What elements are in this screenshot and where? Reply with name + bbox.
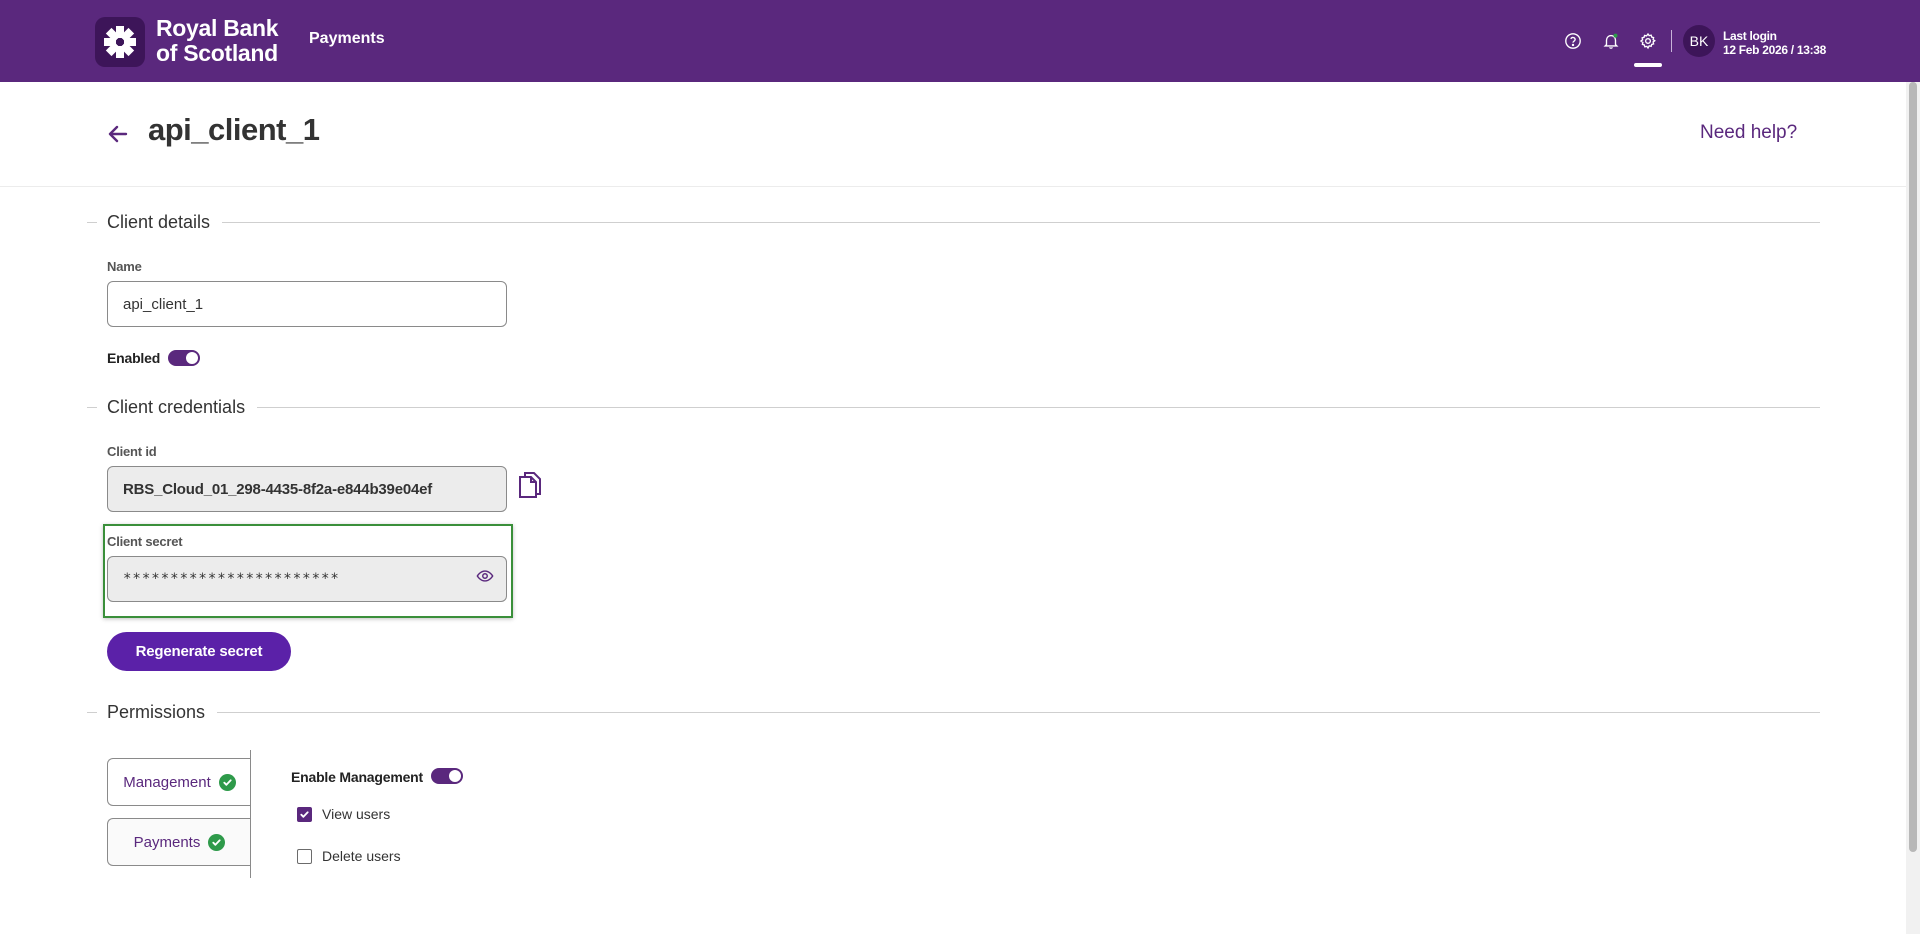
section-rule: [257, 406, 1820, 408]
help-icon[interactable]: [1562, 30, 1584, 52]
back-arrow-icon[interactable]: [106, 122, 130, 146]
client-secret-label: Client secret: [107, 534, 183, 549]
tab-management[interactable]: Management: [107, 758, 251, 806]
section-title: Client credentials: [107, 396, 246, 417]
need-help-link[interactable]: Need help?: [1700, 122, 1797, 144]
daisy-wheel-icon: [104, 26, 136, 58]
copy-icon[interactable]: [517, 470, 543, 500]
name-input[interactable]: api_client_1: [107, 281, 507, 327]
eye-icon[interactable]: [476, 567, 494, 585]
enabled-label: Enabled: [107, 350, 161, 366]
name-label: Name: [107, 259, 142, 274]
page-scrollbar[interactable]: [1906, 82, 1920, 934]
tab-label: Management: [123, 773, 211, 791]
tab-divider: [250, 750, 251, 878]
tab-label: Payments: [133, 833, 201, 851]
enable-management-toggle[interactable]: [431, 768, 463, 784]
bell-icon[interactable]: [1600, 30, 1622, 52]
delete-users-checkbox[interactable]: [297, 849, 312, 864]
section-rule: [217, 711, 1820, 713]
checkmark-icon: [300, 811, 309, 818]
scrollbar-thumb[interactable]: [1909, 82, 1917, 852]
section-dash: [87, 221, 97, 223]
last-login-label: Last login: [1723, 29, 1777, 43]
nav-payments-link[interactable]: Payments: [309, 30, 385, 48]
client-id-label: Client id: [107, 444, 157, 459]
page-header: api_client_1 Need help?: [0, 82, 1906, 187]
enable-management-label: Enable Management: [291, 769, 423, 785]
last-login-info: Last login 12 Feb 2026 / 13:38: [1723, 29, 1826, 57]
top-navigation-bar: Royal Bank of Scotland Payments BK Last …: [0, 0, 1920, 82]
header-divider: [1671, 30, 1672, 52]
active-tab-indicator: [1634, 63, 1662, 67]
page-title: api_client_1: [148, 112, 320, 147]
permission-tabs: Management Payments: [107, 750, 251, 878]
rbs-logo[interactable]: [95, 17, 145, 67]
avatar[interactable]: BK: [1683, 25, 1715, 57]
brand-name: Royal Bank of Scotland: [156, 15, 279, 66]
client-secret-field[interactable]: ***********************: [107, 556, 507, 602]
view-users-label: View users: [322, 806, 391, 822]
delete-users-label: Delete users: [322, 848, 401, 864]
permissions-section-header: Permissions: [87, 700, 1820, 724]
client-id-field[interactable]: RBS_Cloud_01_298-4435-8f2a-e844b39e04ef: [107, 466, 507, 512]
client-credentials-section-header: Client credentials: [87, 395, 1820, 419]
section-dash: [87, 711, 97, 713]
brand-line-1: Royal Bank: [156, 15, 279, 41]
gear-icon[interactable]: [1637, 30, 1659, 52]
section-title: Client details: [107, 211, 211, 232]
regenerate-secret-button[interactable]: Regenerate secret: [107, 632, 291, 671]
tab-payments[interactable]: Payments: [107, 818, 251, 866]
section-dash: [87, 406, 97, 408]
client-details-section-header: Client details: [87, 210, 1820, 234]
brand-line-2: of Scotland: [156, 40, 278, 66]
last-login-value: 12 Feb 2026 / 13:38: [1723, 43, 1827, 57]
check-circle-icon: [218, 773, 236, 791]
enabled-toggle[interactable]: [168, 350, 200, 366]
check-circle-icon: [208, 833, 226, 851]
section-rule: [222, 221, 1820, 223]
section-title: Permissions: [107, 701, 206, 722]
view-users-checkbox[interactable]: [297, 807, 312, 822]
